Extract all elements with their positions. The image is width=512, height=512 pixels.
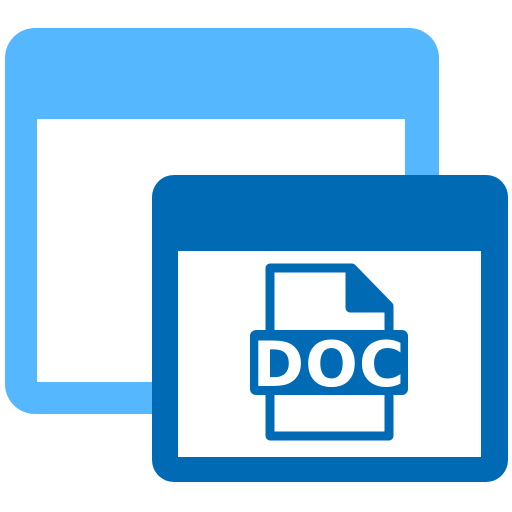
doc-window-icon-graphic: DOC (5, 28, 508, 482)
doc-window-icon: DOC (0, 0, 512, 512)
document-type-label: DOC (253, 328, 406, 401)
